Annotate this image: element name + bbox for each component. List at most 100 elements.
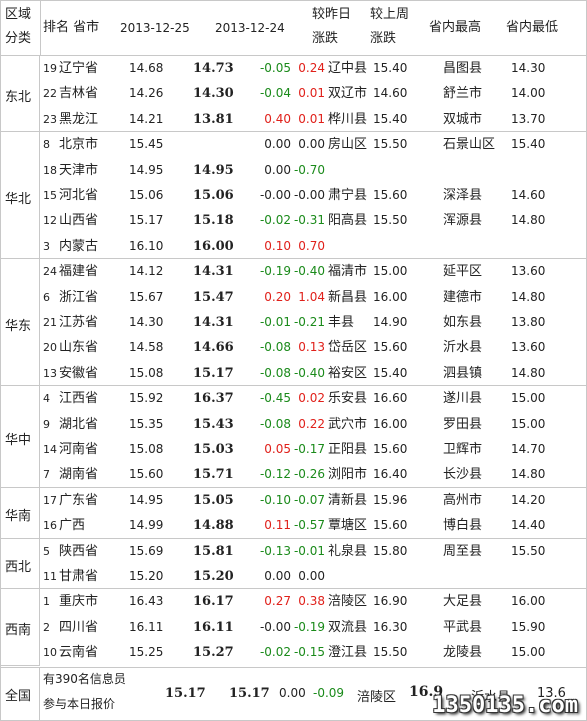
province-cell: 四川省: [59, 619, 99, 635]
low-price-cell: 13.70: [511, 111, 546, 126]
table-row: 15 河北省 15.06 15.06 -0.00 -0.00 肃宁县 15.60 深泽县 14.6…: [41, 183, 586, 208]
change-week-cell: 0.01: [298, 86, 325, 101]
province-cell: 湖南省: [59, 467, 99, 483]
price-prev-cell: 14.95: [193, 162, 234, 178]
region-label: 华南: [5, 509, 32, 525]
table-row: 12 山西省 15.17 15.18 -0.02 -0.31 阳高县 15.50 浑源县 14.8…: [41, 208, 586, 233]
price-prev-cell: 15.20: [193, 569, 234, 584]
city-low-cell: 龙陵县: [443, 645, 483, 661]
change-day-cell: -0.04: [259, 86, 291, 101]
city-low-cell: 如东县: [443, 315, 483, 330]
low-price-cell: 14.70: [511, 442, 546, 456]
region-cell: 东北: [1, 56, 40, 133]
table-row: 7 湖南省 15.60 15.71 -0.12 -0.26 浏阳市 16.40 长沙县 14.80: [41, 462, 586, 487]
province-cell: 福建省: [59, 264, 99, 280]
city-low-cell: 周至县: [443, 543, 483, 559]
province-cell: 江西省: [59, 391, 99, 407]
low-price-cell: 15.00: [511, 416, 546, 431]
low-price-cell: 13.80: [511, 315, 546, 329]
high-price-cell: 16.00: [373, 416, 408, 431]
region-cell: 华中: [1, 386, 40, 488]
change-week-cell: 0.38: [298, 594, 325, 609]
price-prev-cell: 14.31: [193, 264, 234, 280]
price-prev-cell: 15.05: [193, 492, 234, 508]
table-row: 14 河南省 15.08 15.03 0.05 -0.17 正阳县 15.60 卫辉市 14.70: [41, 437, 586, 462]
price-prev-cell: 15.43: [193, 416, 234, 432]
high-price-cell: 15.40: [373, 111, 408, 126]
region-divider: [1, 537, 586, 539]
price-today-cell: 15.35: [129, 416, 164, 431]
price-today-cell: 16.43: [129, 594, 164, 609]
price-today-cell: 15.08: [129, 365, 164, 380]
table-row: 10 云南省 15.25 15.27 -0.02 -0.15 澄江县 15.50 龙陵县 15.0…: [41, 640, 586, 665]
city-low-cell: 长沙县: [443, 467, 483, 483]
high-price-cell: 15.80: [373, 543, 408, 558]
change-day-cell: 0.20: [264, 289, 291, 304]
change-day-cell: -0.02: [259, 213, 291, 228]
price-today-cell: 16.11: [129, 619, 164, 634]
low-price-cell: 14.80: [511, 365, 546, 380]
change-day-cell: -0.08: [259, 365, 291, 380]
price-today-cell: 15.06: [129, 188, 164, 202]
change-day-cell: -0.45: [259, 391, 291, 406]
high-price-cell: 16.40: [373, 467, 408, 482]
price-today-cell: 15.17: [129, 213, 164, 228]
price-today-cell: 15.25: [129, 645, 164, 660]
table-row: 23 黑龙江 14.21 13.81 0.40 0.01 桦川县 15.40 双城市 13.70: [41, 107, 586, 132]
price-today-cell: 14.26: [129, 86, 164, 101]
province-cell: 重庆市: [59, 594, 99, 610]
change-day-cell: 0.00: [264, 162, 291, 177]
header-date-1: 2013-12-25: [120, 21, 190, 35]
change-day-cell: -0.19: [259, 264, 291, 279]
change-day-cell: 0.05: [264, 442, 291, 456]
table-row: 24 福建省 14.12 14.31 -0.19 -0.40 福清市 15.00 延平区 13.6…: [41, 259, 586, 284]
province-cell: 安徽省: [59, 365, 99, 381]
change-week-cell: 0.22: [298, 416, 325, 431]
high-price-cell: 15.60: [373, 442, 408, 456]
high-price-cell: 15.50: [373, 137, 408, 152]
city-high-cell: 岱岳区: [328, 340, 368, 356]
change-week-cell: 0.70: [298, 238, 325, 253]
low-price-cell: 15.00: [511, 645, 546, 660]
price-today-cell: 15.69: [129, 543, 164, 558]
province-cell: 山东省: [59, 340, 99, 356]
region-divider: [1, 55, 586, 56]
province-cell: 黑龙江: [59, 111, 99, 127]
city-low-cell: 沂水县: [443, 340, 483, 356]
city-low-cell: 深泽县: [443, 188, 483, 203]
high-price-cell: 15.96: [373, 492, 408, 507]
region-label: 华东: [5, 318, 32, 334]
table-row: 5 陕西省 15.69 15.81 -0.13 -0.01 礼泉县 15.80 周至县 15.50: [41, 539, 586, 564]
price-today-cell: 14.12: [129, 264, 164, 279]
change-week-cell: 0.00: [298, 569, 325, 583]
change-week-cell: -0.26: [293, 467, 325, 482]
rank-cell: 6: [43, 290, 50, 304]
table-row: 4 江西省 15.92 16.37 -0.45 0.02 乐安县 16.60 遂川县 15.00: [41, 386, 586, 411]
national-price-a: 15.17: [165, 686, 206, 701]
national-city-high: 涪陵区: [357, 690, 397, 705]
change-day-cell: -0.13: [259, 543, 291, 558]
region-label: 东北: [5, 90, 32, 106]
table-row: 13 安徽省 15.08 15.17 -0.08 -0.40 裕安区 15.40 泗县镇 14.8…: [41, 361, 586, 386]
rank-cell: 11: [43, 570, 57, 583]
high-price-cell: 14.90: [373, 315, 408, 329]
price-prev-cell: 15.71: [193, 467, 234, 483]
city-low-cell: 平武县: [443, 619, 483, 635]
city-high-cell: 双流县: [328, 619, 368, 635]
price-today-cell: 14.21: [129, 111, 164, 126]
table-row: 1 重庆市 16.43 16.17 0.27 0.38 涪陵区 16.90 大足县 16.00: [41, 589, 586, 614]
change-week-cell: -0.00: [293, 188, 325, 202]
change-day-cell: -0.00: [259, 619, 291, 634]
low-price-cell: 14.80: [511, 213, 546, 228]
city-low-cell: 遂川县: [443, 391, 483, 407]
national-note-1: 有390名信息员: [43, 672, 126, 686]
national-region-cell: 全国: [1, 667, 40, 720]
city-low-cell: 博白县: [443, 518, 483, 534]
province-cell: 吉林省: [59, 86, 99, 102]
price-prev-cell: 15.81: [193, 543, 234, 559]
city-high-cell: 双辽市: [328, 86, 368, 102]
change-week-cell: -0.07: [293, 492, 325, 507]
city-high-cell: 覃塘区: [328, 518, 368, 534]
city-high-cell: 清新县: [328, 492, 368, 508]
rank-cell: 17: [43, 493, 57, 507]
